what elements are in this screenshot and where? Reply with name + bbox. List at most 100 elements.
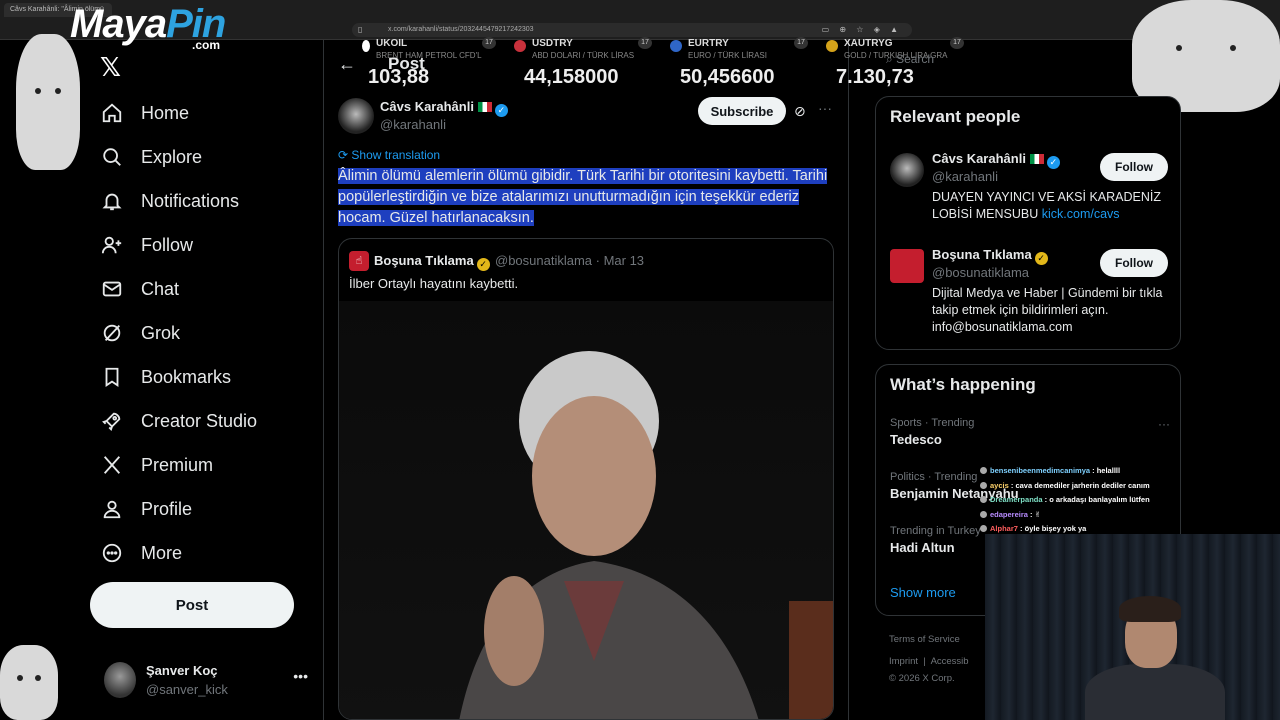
url-text: x.com/karahanli/status/20324454792172423… bbox=[388, 26, 534, 33]
nav-label: Grok bbox=[141, 322, 181, 343]
cat-sticker-bottom-left bbox=[0, 645, 58, 720]
nav-creator-studio[interactable]: Creator Studio bbox=[100, 401, 257, 441]
person-bio: Dijital Medya ve Haber | Gündemi bir tık… bbox=[932, 286, 1163, 334]
trend-item[interactable]: Sports · Trending Tedesco ··· bbox=[890, 417, 1170, 457]
footer-link[interactable]: Imprint | Accessib bbox=[889, 656, 969, 667]
ticker-item: UKOIL 17 BRENT HAM PETROL CFD'L 103,88 bbox=[358, 36, 508, 90]
card-title: What’s happening bbox=[890, 375, 1036, 394]
search-icon: ⌕ bbox=[886, 52, 897, 66]
address-bar[interactable]: ▯ x.com/karahanli/status/203244547921724… bbox=[352, 23, 912, 37]
eur-flag-icon bbox=[670, 40, 682, 52]
account-switcher[interactable]: Şanver Koç @sanver_kick ••• bbox=[104, 660, 308, 704]
ticker-value: 44,158000 bbox=[524, 66, 619, 88]
ticker-symbol: USDTRY bbox=[532, 38, 573, 49]
nav-premium[interactable]: Premium bbox=[100, 445, 213, 485]
cat-sticker-top-left bbox=[16, 34, 80, 170]
follow-button[interactable]: Follow bbox=[1100, 153, 1168, 181]
follow-button[interactable]: Follow bbox=[1100, 249, 1168, 277]
x-icon bbox=[100, 453, 124, 477]
more-dots-icon[interactable]: ··· bbox=[1158, 417, 1170, 431]
quote-image[interactable] bbox=[339, 301, 833, 719]
ticker-item: EURTRY 17 EURO / TÜRK LİRASI 50,456600 bbox=[670, 36, 820, 90]
account-handle: @sanver_kick bbox=[146, 682, 228, 697]
show-translation-link[interactable]: ⟳ Show translation bbox=[338, 148, 440, 162]
nav-explore[interactable]: Explore bbox=[100, 137, 202, 177]
more-dots-icon[interactable]: ··· bbox=[818, 100, 832, 116]
search-input[interactable]: ⌕ Search bbox=[878, 52, 1178, 74]
divider-right bbox=[848, 40, 849, 720]
ticker-item: USDTRY 17 ABD DOLARI / TÜRK LİRAS 44,158… bbox=[514, 36, 664, 90]
quote-text: İlber Ortaylı hayatını kaybetti. bbox=[349, 276, 519, 291]
person-handle: @karahanli bbox=[932, 169, 998, 184]
chat-message: edapereira : ✌ bbox=[980, 508, 1200, 523]
subscribe-button[interactable]: Subscribe bbox=[698, 97, 786, 125]
chat-badge-icon bbox=[980, 496, 987, 503]
translate-icon: ⟳ bbox=[338, 148, 352, 162]
nav-notifications[interactable]: Notifications bbox=[100, 181, 239, 221]
ticker-symbol: XAUTRYG bbox=[844, 38, 893, 49]
bio-link[interactable]: kick.com/cavs bbox=[1042, 207, 1120, 221]
card-title: Relevant people bbox=[890, 107, 1021, 126]
author-name[interactable]: Câvs Karahânli ✓ bbox=[380, 99, 508, 117]
mail-icon bbox=[100, 277, 124, 301]
left-nav: 𝕏 Home Explore Notifications Follow Chat bbox=[90, 48, 320, 720]
author-avatar[interactable] bbox=[338, 98, 374, 134]
post-button[interactable]: Post bbox=[90, 582, 294, 628]
ticker-desc: ABD DOLARI / TÜRK LİRAS bbox=[532, 51, 635, 60]
grok-icon[interactable]: ⊘ bbox=[794, 103, 806, 120]
nav-chat[interactable]: Chat bbox=[100, 269, 179, 309]
nav-grok[interactable]: Grok bbox=[100, 313, 180, 353]
italy-flag-icon bbox=[1029, 154, 1044, 164]
oil-drop-icon bbox=[362, 40, 370, 52]
quote-avatar-icon: ☝ bbox=[349, 251, 369, 271]
author-handle[interactable]: @karahanli bbox=[380, 117, 446, 132]
home-icon bbox=[100, 101, 124, 125]
bookmark-page-icon[interactable]: ▯ bbox=[358, 25, 366, 35]
footer-link[interactable]: Terms of Service bbox=[889, 634, 960, 645]
verified-badge-icon: ✓ bbox=[1046, 156, 1060, 169]
nav-more[interactable]: More bbox=[100, 533, 182, 573]
bookmark-icon bbox=[100, 365, 124, 389]
chat-badge-icon bbox=[980, 467, 987, 474]
search-icon bbox=[100, 145, 124, 169]
quoted-post[interactable]: ☝ Boşuna Tıklama ✓ @bosunatiklama · Mar 1… bbox=[338, 238, 834, 720]
market-ticker: UKOIL 17 BRENT HAM PETROL CFD'L 103,88 U… bbox=[324, 36, 964, 92]
verified-badge-icon: ✓ bbox=[494, 104, 508, 117]
rocket-icon bbox=[100, 409, 124, 433]
follow-icon bbox=[100, 233, 124, 257]
more-dots-icon[interactable]: ••• bbox=[293, 668, 308, 684]
quote-author-name: Boşuna Tıklama ✓ bbox=[374, 253, 490, 271]
ticker-value: 50,456600 bbox=[680, 66, 775, 88]
nav-label: Follow bbox=[141, 234, 194, 255]
main-column: ← Post Câvs Karahânli ✓ @karahanli Subscr… bbox=[324, 40, 848, 720]
tv-logo-icon: 17 bbox=[950, 37, 964, 49]
nav-label: Creator Studio bbox=[141, 410, 258, 431]
nav-label: Premium bbox=[141, 454, 214, 475]
nav-bookmarks[interactable]: Bookmarks bbox=[100, 357, 231, 397]
chat-badge-icon bbox=[980, 481, 987, 489]
chat-message: bensenibeenmedimcanimya : helallll bbox=[980, 464, 1200, 479]
nav-follow[interactable]: Follow bbox=[100, 225, 193, 265]
stream-chat: bensenibeenmedimcanimya : helallll aycis… bbox=[980, 464, 1200, 537]
ticker-desc: BRENT HAM PETROL CFD'L bbox=[376, 51, 482, 60]
person-name: Boşuna Tıklama ✓ bbox=[932, 247, 1048, 265]
relevant-person[interactable]: Câvs Karahânli ✓ @karahanli DUAYEN YAYINC… bbox=[890, 151, 1170, 231]
quote-meta: @bosunatiklama · Mar 13 bbox=[495, 253, 645, 268]
gold-verified-badge-icon: ✓ bbox=[476, 258, 490, 271]
chat-message: Alphar7 : öyle bişey yok ya bbox=[980, 522, 1200, 537]
nav-label: Notifications bbox=[141, 190, 240, 211]
nav-label: Home bbox=[141, 102, 190, 123]
address-bar-tools-icon[interactable]: ▭ ⊕ ☆ ◈ ▲ bbox=[822, 25, 902, 34]
grok-icon bbox=[100, 321, 124, 345]
show-more-link[interactable]: Show more bbox=[890, 585, 956, 600]
nav-home[interactable]: Home bbox=[100, 93, 189, 133]
x-logo-icon[interactable]: 𝕏 bbox=[100, 52, 121, 83]
relevant-people-card: Relevant people Câvs Karahânli ✓ @karahan… bbox=[875, 96, 1181, 350]
nav-label: More bbox=[141, 542, 183, 563]
relevant-person[interactable]: Boşuna Tıklama ✓ @bosunatiklama Dijital M… bbox=[890, 247, 1170, 343]
trend-name: Tedesco bbox=[890, 432, 942, 447]
account-name: Şanver Koç bbox=[146, 663, 218, 678]
person-icon bbox=[100, 497, 124, 521]
nav-profile[interactable]: Profile bbox=[100, 489, 192, 529]
chat-message: Dreamerpanda : o arkadaşı banlayalım lüt… bbox=[980, 493, 1200, 508]
